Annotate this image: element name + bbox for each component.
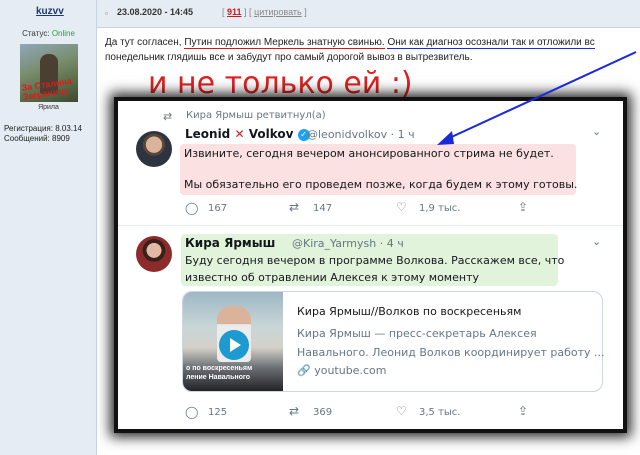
annotation-arrow — [437, 51, 637, 145]
